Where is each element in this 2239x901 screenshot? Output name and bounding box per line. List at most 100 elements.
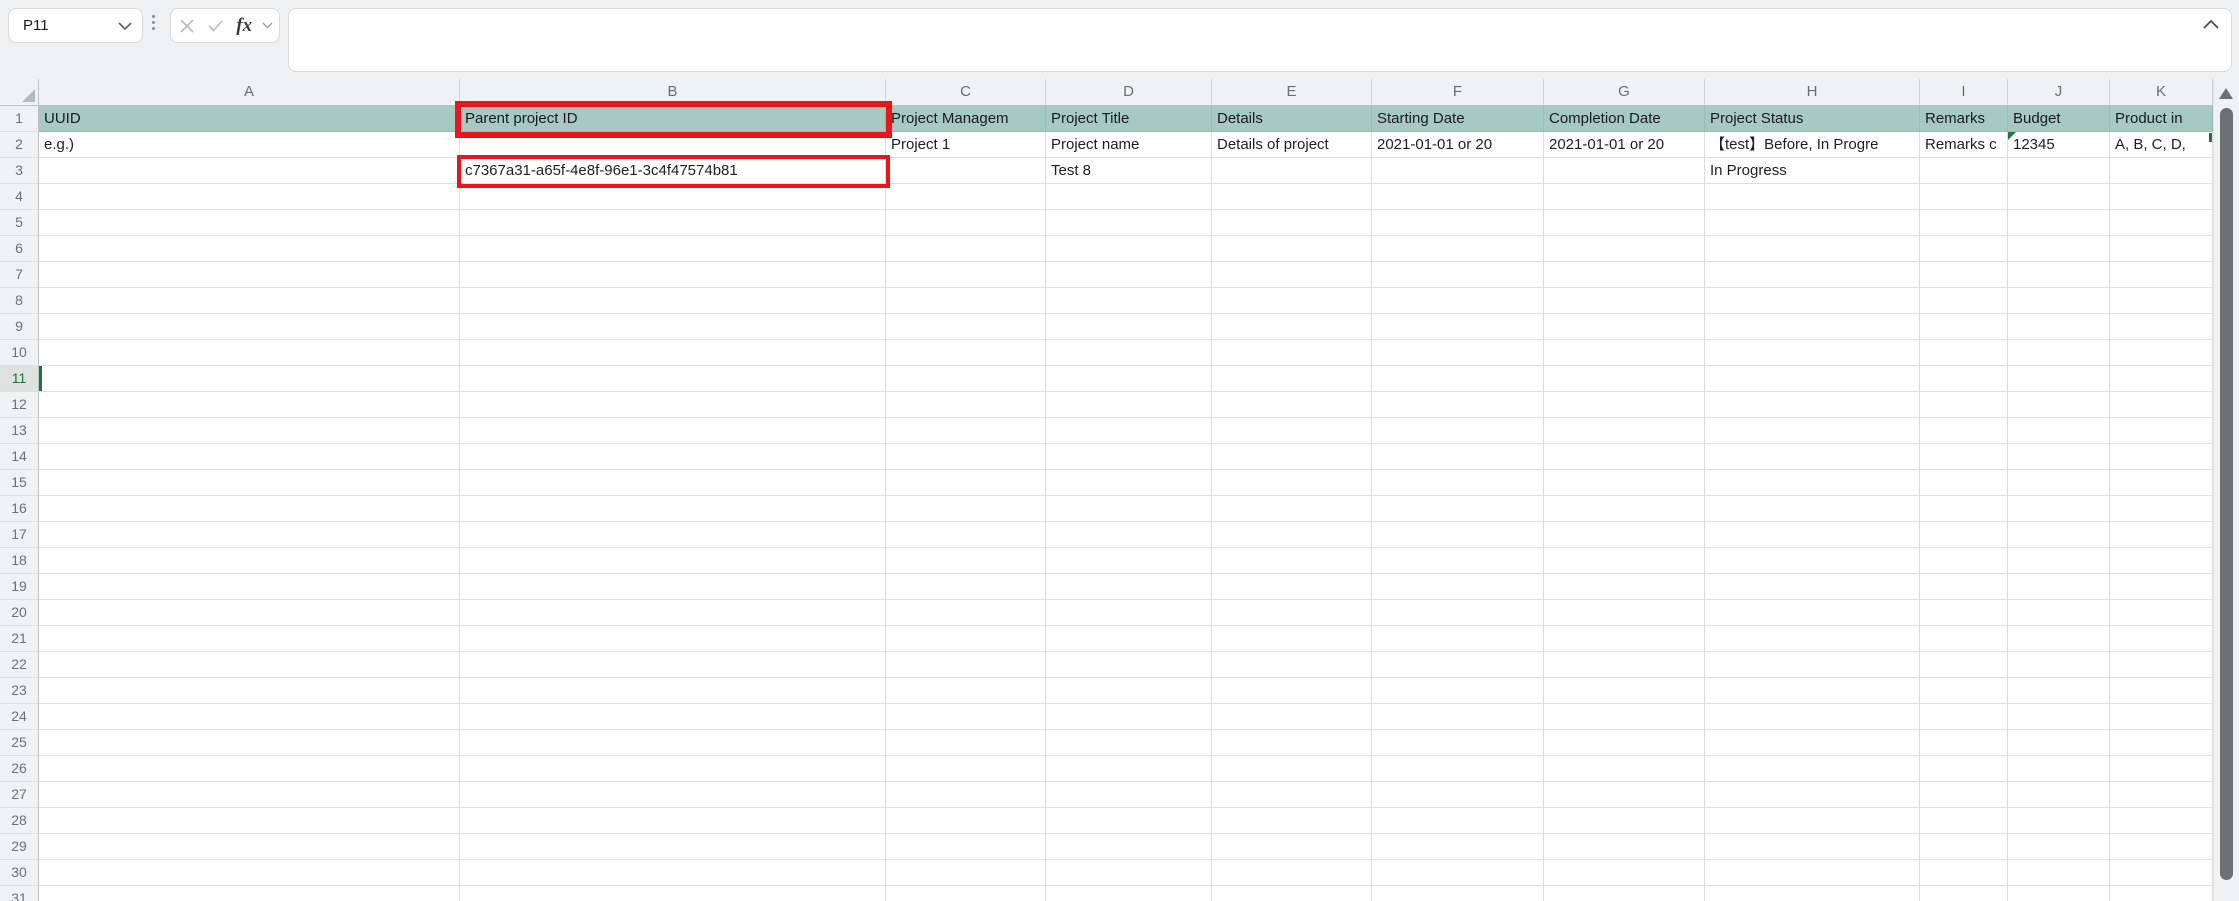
cell-F10[interactable] <box>1372 340 1544 366</box>
cell-C30[interactable] <box>886 860 1046 886</box>
cell-I6[interactable] <box>1920 236 2008 262</box>
cell-G4[interactable] <box>1544 184 1705 210</box>
cell-B26[interactable] <box>460 756 886 782</box>
cell-D8[interactable] <box>1046 288 1212 314</box>
cell-E14[interactable] <box>1212 444 1372 470</box>
cell-D9[interactable] <box>1046 314 1212 340</box>
cell-J2[interactable]: 12345 <box>2008 132 2110 158</box>
cell-A11[interactable] <box>39 366 460 392</box>
cell-E11[interactable] <box>1212 366 1372 392</box>
cell-H21[interactable] <box>1705 626 1920 652</box>
cell-E16[interactable] <box>1212 496 1372 522</box>
row-header-23[interactable]: 23 <box>0 678 39 704</box>
cell-F14[interactable] <box>1372 444 1544 470</box>
cell-C27[interactable] <box>886 782 1046 808</box>
cell-D13[interactable] <box>1046 418 1212 444</box>
cell-D26[interactable] <box>1046 756 1212 782</box>
cell-K5[interactable] <box>2110 210 2213 236</box>
column-header-H[interactable]: H <box>1705 79 1920 105</box>
cell-H20[interactable] <box>1705 600 1920 626</box>
cell-G5[interactable] <box>1544 210 1705 236</box>
cell-B6[interactable] <box>460 236 886 262</box>
cell-G1[interactable]: Completion Date <box>1544 106 1705 132</box>
cell-A18[interactable] <box>39 548 460 574</box>
cell-B1[interactable]: Parent project ID <box>460 106 886 132</box>
cell-G14[interactable] <box>1544 444 1705 470</box>
cell-G24[interactable] <box>1544 704 1705 730</box>
cell-E10[interactable] <box>1212 340 1372 366</box>
cell-I4[interactable] <box>1920 184 2008 210</box>
row-header-22[interactable]: 22 <box>0 652 39 678</box>
cell-G10[interactable] <box>1544 340 1705 366</box>
row-header-9[interactable]: 9 <box>0 314 39 340</box>
cell-I13[interactable] <box>1920 418 2008 444</box>
cell-K27[interactable] <box>2110 782 2213 808</box>
cell-K17[interactable] <box>2110 522 2213 548</box>
cell-F15[interactable] <box>1372 470 1544 496</box>
cell-I19[interactable] <box>1920 574 2008 600</box>
cell-G8[interactable] <box>1544 288 1705 314</box>
cell-F18[interactable] <box>1372 548 1544 574</box>
row-header-4[interactable]: 4 <box>0 184 39 210</box>
cell-A19[interactable] <box>39 574 460 600</box>
cell-G25[interactable] <box>1544 730 1705 756</box>
cell-E4[interactable] <box>1212 184 1372 210</box>
cell-A5[interactable] <box>39 210 460 236</box>
cell-E9[interactable] <box>1212 314 1372 340</box>
cell-H23[interactable] <box>1705 678 1920 704</box>
cell-C28[interactable] <box>886 808 1046 834</box>
cell-D11[interactable] <box>1046 366 1212 392</box>
cell-H15[interactable] <box>1705 470 1920 496</box>
row-header-5[interactable]: 5 <box>0 210 39 236</box>
cell-I30[interactable] <box>1920 860 2008 886</box>
cell-F9[interactable] <box>1372 314 1544 340</box>
cell-F16[interactable] <box>1372 496 1544 522</box>
row-header-31[interactable]: 31 <box>0 886 39 901</box>
cell-J29[interactable] <box>2008 834 2110 860</box>
cell-F11[interactable] <box>1372 366 1544 392</box>
cell-B24[interactable] <box>460 704 886 730</box>
cell-I3[interactable] <box>1920 158 2008 184</box>
cell-E21[interactable] <box>1212 626 1372 652</box>
cell-J20[interactable] <box>2008 600 2110 626</box>
cell-I22[interactable] <box>1920 652 2008 678</box>
cell-D21[interactable] <box>1046 626 1212 652</box>
cell-D10[interactable] <box>1046 340 1212 366</box>
cell-G6[interactable] <box>1544 236 1705 262</box>
cell-J12[interactable] <box>2008 392 2110 418</box>
cell-J1[interactable]: Budget <box>2008 106 2110 132</box>
cell-B25[interactable] <box>460 730 886 756</box>
cell-E3[interactable] <box>1212 158 1372 184</box>
cell-E8[interactable] <box>1212 288 1372 314</box>
cell-B10[interactable] <box>460 340 886 366</box>
cell-F31[interactable] <box>1372 886 1544 901</box>
cell-name-box[interactable]: P11 <box>8 8 143 43</box>
cell-C21[interactable] <box>886 626 1046 652</box>
cell-F13[interactable] <box>1372 418 1544 444</box>
column-header-G[interactable]: G <box>1544 79 1705 105</box>
column-header-I[interactable]: I <box>1920 79 2008 105</box>
cell-H17[interactable] <box>1705 522 1920 548</box>
cell-D22[interactable] <box>1046 652 1212 678</box>
cell-G28[interactable] <box>1544 808 1705 834</box>
cell-A26[interactable] <box>39 756 460 782</box>
cell-H18[interactable] <box>1705 548 1920 574</box>
cell-A29[interactable] <box>39 834 460 860</box>
cell-K18[interactable] <box>2110 548 2213 574</box>
cell-J24[interactable] <box>2008 704 2110 730</box>
cell-K12[interactable] <box>2110 392 2213 418</box>
cell-C24[interactable] <box>886 704 1046 730</box>
cell-A20[interactable] <box>39 600 460 626</box>
cell-I8[interactable] <box>1920 288 2008 314</box>
row-header-27[interactable]: 27 <box>0 782 39 808</box>
cell-G2[interactable]: 2021-01-01 or 20 <box>1544 132 1705 158</box>
cell-K2[interactable]: A, B, C, D, <box>2110 132 2213 158</box>
cell-C9[interactable] <box>886 314 1046 340</box>
cell-B4[interactable] <box>460 184 886 210</box>
cell-K31[interactable] <box>2110 886 2213 901</box>
cell-J21[interactable] <box>2008 626 2110 652</box>
cell-F27[interactable] <box>1372 782 1544 808</box>
cell-A23[interactable] <box>39 678 460 704</box>
cell-H31[interactable] <box>1705 886 1920 901</box>
insert-function-icon[interactable]: fx <box>232 14 256 38</box>
